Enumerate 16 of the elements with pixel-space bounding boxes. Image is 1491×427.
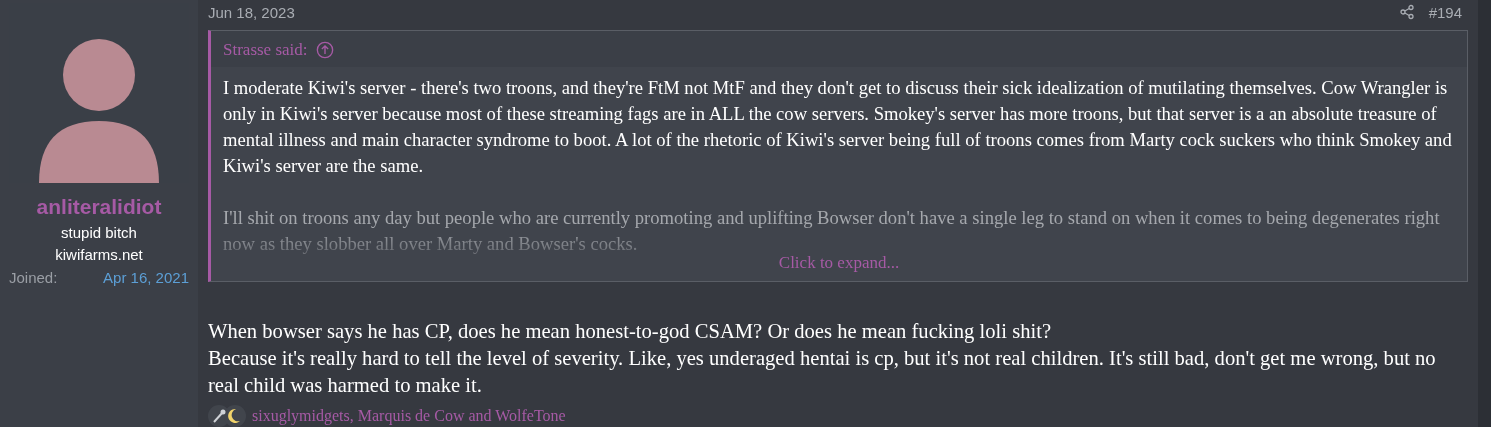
reaction-icons[interactable] (208, 405, 248, 427)
post-text: When bowser says he has CP, does he mean honest-to-god CSAM? Or does he mean fucking loli shit? (208, 319, 1053, 345)
joined-label: Joined: (9, 269, 58, 286)
quote-paragraph: I moderate Kiwi's server - there's two troons, and they're FtM not MtF and they don't get to discuss their sick idealization of mutilating themselves. Cow Wrangler is only in Kiwi's server because most of these streaming fags are in ALL the cow servers. Smokey's server has more troons, but that server is a an absolute treasure of mental illness and main character syndrome to boot. A lot of the rhetoric of Kiwi's server being full of troons comes from Marty cock suckers who think Smokey and Kiwi's server are the same. (223, 76, 1453, 178)
quote-author-link[interactable]: Strasse said: (223, 40, 308, 60)
user-title: stupid bitch (61, 224, 137, 241)
user-site-text: kiwifarms.net (55, 246, 143, 263)
quote-paragraph: I'll shit on troons any day but people who are currently promoting and uplifting Bowser don't have a single leg to stand on when it comes to being degenerates right now as they slobber all over Marty and Bowser's cocks. (223, 206, 1441, 256)
share-icon[interactable] (1398, 4, 1415, 20)
post-date[interactable]: Jun 18, 2023 (208, 3, 295, 21)
joined-date: Apr 16, 2021 (103, 269, 189, 286)
username-link[interactable]: anliteralidiot (36, 195, 162, 219)
post-text: Because it's really hard to tell the level of severity. Like, yes underaged hentai is cp, but it's not real children. It's still bad, don't get me wrong, but no real child was harmed to make it. (208, 346, 1437, 398)
post-number-link[interactable]: #194 (1428, 3, 1462, 21)
expand-link[interactable]: Click to expand... (778, 253, 900, 273)
reaction-users-link[interactable]: sixuglymidgets, Marquis de Cow and WolfeTone (252, 407, 566, 425)
